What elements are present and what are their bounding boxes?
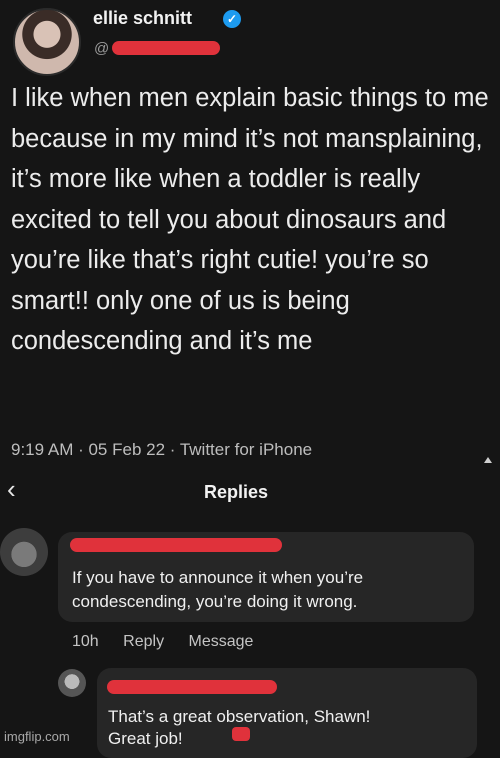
comment-time: 10h	[72, 633, 99, 650]
redacted-handle	[112, 41, 220, 55]
watermark: imgflip.com	[4, 729, 70, 744]
redacted-emoji	[232, 727, 250, 741]
tweet-meta: 9:19 AM · 05 Feb 22 · Twitter for iPhone	[11, 440, 313, 459]
handle-prefix: @	[94, 40, 110, 57]
reply-text-line-1: That’s a great observation, Shawn!	[108, 707, 371, 726]
reply-button[interactable]: Reply	[123, 633, 164, 650]
reply-text: That’s a great observation, Shawn! Great…	[108, 706, 468, 750]
reply-text-line-2: Great job!	[108, 729, 183, 748]
commenter-avatar[interactable]	[0, 528, 48, 576]
tweet-text: I like when men explain basic things to …	[11, 84, 489, 355]
caret-up-icon	[484, 457, 492, 463]
verified-badge-icon: ✓	[223, 10, 241, 28]
author-name[interactable]: ellie schnitt	[93, 8, 192, 29]
redacted-replier-name	[107, 680, 277, 694]
message-button[interactable]: Message	[189, 633, 254, 650]
reply-avatar[interactable]	[58, 669, 86, 697]
author-avatar[interactable]	[13, 8, 81, 76]
back-chevron-icon[interactable]: ‹	[7, 474, 16, 504]
comment-actions: 10h Reply Message	[72, 633, 273, 651]
comment-text: If you have to announce it when you’re c…	[72, 568, 364, 611]
redacted-commenter-name	[70, 538, 282, 552]
replies-title: Replies	[204, 482, 269, 502]
